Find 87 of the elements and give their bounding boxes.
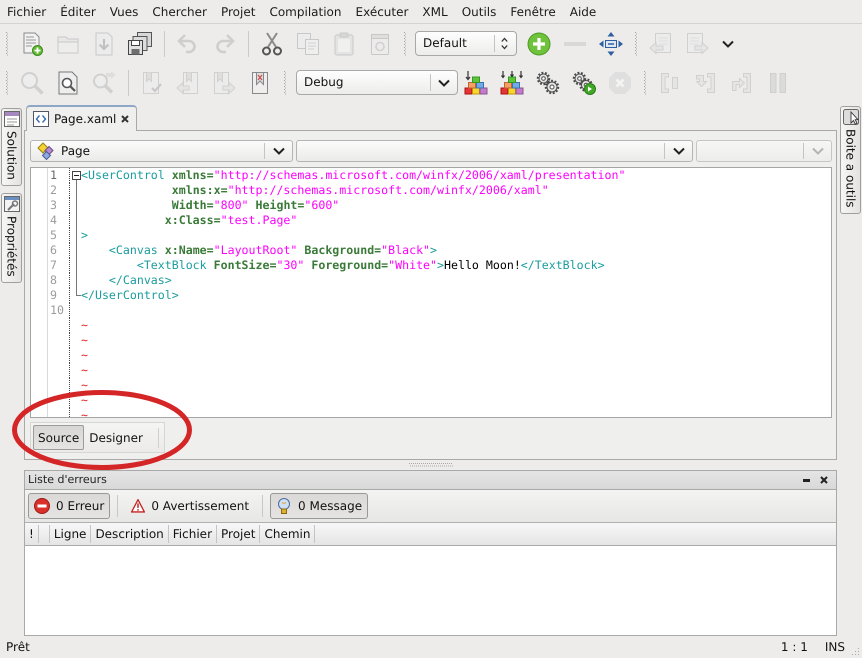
- code-page-icon: [33, 111, 49, 127]
- empty-line-marker: ~: [81, 333, 88, 348]
- up-down-arrows-icon: [501, 37, 508, 50]
- menu-item[interactable]: Projet: [214, 2, 262, 22]
- line-number: 5: [49, 228, 58, 243]
- empty-line-marker: ~: [81, 363, 88, 378]
- menu-item[interactable]: XML: [415, 2, 455, 22]
- view-tab[interactable]: Designer: [84, 425, 148, 450]
- warnings-filter-toggle[interactable]: 0 Avertissement: [125, 493, 256, 519]
- code-line: </Canvas>: [108, 273, 172, 288]
- close-icon[interactable]: [121, 115, 130, 123]
- document-tab[interactable]: Page.xaml: [26, 105, 138, 131]
- panel-title: Liste d'erreurs: [28, 473, 108, 487]
- cursor-position: 1 : 1: [780, 640, 808, 654]
- line-number: 4: [49, 213, 58, 228]
- column-header[interactable]: Ligne: [50, 525, 92, 543]
- chevron-down-icon: [438, 78, 450, 86]
- code-line: <TextBlock FontSize="30" Foreground="White">Hello Moon!</TextBlock>: [136, 258, 605, 273]
- toolbar-dropdown[interactable]: Default: [415, 31, 517, 56]
- side-panel-tab[interactable]: Boite a outils: [840, 106, 861, 214]
- line-number: 8: [49, 273, 58, 288]
- member-dropdown[interactable]: Page: [30, 140, 293, 162]
- bricks-arrows-icon[interactable]: [500, 70, 524, 94]
- status-message: Prêt: [6, 640, 30, 654]
- menu-item[interactable]: Compilation: [262, 2, 348, 22]
- empty-line-marker: ~: [81, 393, 88, 408]
- code-line: Width="800" Height="600": [172, 198, 340, 213]
- toolbar-dropdown[interactable]: Debug: [296, 70, 458, 95]
- wrench-sheet-icon: [4, 196, 20, 212]
- menu-item[interactable]: Éditer: [53, 2, 103, 22]
- code-line: <UserControl xmlns="http://schemas.microsoft.com/winfx/2006/xaml/presentation": [81, 168, 626, 183]
- line-number: 7: [49, 258, 58, 273]
- line-number: 10: [49, 303, 65, 318]
- line-number: 2: [49, 183, 58, 198]
- line-number: 1: [49, 168, 58, 183]
- code-line: </UserControl>: [81, 288, 179, 303]
- code-line: >: [81, 228, 88, 243]
- view-tab[interactable]: Source: [33, 425, 84, 450]
- menu-item[interactable]: Chercher: [145, 2, 214, 22]
- bricks-icon[interactable]: [464, 70, 488, 94]
- side-panel-tab[interactable]: Solution: [1, 108, 22, 186]
- column-header[interactable]: Fichier: [168, 525, 217, 543]
- empty-line-marker: ~: [81, 408, 88, 417]
- minimize-icon[interactable]: [803, 478, 810, 482]
- messages-filter-toggle[interactable]: 0 Message: [270, 493, 368, 519]
- column-header[interactable]: Projet: [217, 525, 260, 543]
- no-entry-icon: [34, 498, 50, 514]
- side-panel-tab[interactable]: Propriétés: [1, 192, 22, 283]
- gears-icon[interactable]: [536, 70, 560, 94]
- code-line: <Canvas x:Name="LayoutRoot" Background="Black">: [108, 243, 438, 258]
- member-dropdown[interactable]: [296, 140, 693, 162]
- plus-circle-icon[interactable]: [527, 32, 551, 56]
- insert-mode: INS: [824, 640, 845, 654]
- menu-item[interactable]: Aide: [562, 2, 604, 22]
- line-number: 3: [49, 198, 58, 213]
- menu-item[interactable]: Fenêtre: [503, 2, 563, 22]
- empty-line-marker: ~: [81, 348, 88, 363]
- column-header[interactable]: !: [25, 525, 39, 543]
- menu-item[interactable]: Outils: [454, 2, 504, 22]
- gears-play-icon[interactable]: [572, 70, 596, 94]
- column-header[interactable]: Chemin: [260, 525, 316, 543]
- menu-item[interactable]: Vues: [102, 2, 146, 22]
- chevron-down-icon: [812, 147, 824, 155]
- menu-item[interactable]: Exécuter: [348, 2, 416, 22]
- close-icon[interactable]: [820, 476, 828, 484]
- collapse-icon[interactable]: [72, 171, 81, 180]
- line-number: 9: [49, 288, 58, 303]
- cursor-icon: [842, 109, 858, 125]
- column-header[interactable]: Description: [91, 525, 169, 543]
- floppy-stack-icon[interactable]: [128, 32, 152, 56]
- window-list-icon: [4, 111, 20, 127]
- warning-icon: [131, 499, 146, 513]
- menu-item[interactable]: Fichier: [0, 2, 54, 22]
- errors-filter-toggle[interactable]: 0 Erreur: [28, 493, 110, 519]
- move-arrows-icon[interactable]: [599, 32, 623, 56]
- lightbulb-icon: [276, 498, 292, 514]
- chevron-down-icon: [673, 147, 685, 155]
- code-line: xmlns:x="http://schemas.microsoft.com/winfx/2006/xaml": [172, 183, 549, 198]
- chevron-down-icon[interactable]: [722, 40, 734, 48]
- chevron-down-icon: [273, 147, 285, 155]
- empty-line-marker: ~: [81, 378, 88, 393]
- line-number: 6: [49, 243, 58, 258]
- page-magnifier-icon[interactable]: [56, 70, 80, 94]
- diamonds-icon: [37, 142, 55, 160]
- scissors-icon[interactable]: [260, 32, 284, 56]
- code-line: x:Class="test.Page": [164, 213, 298, 228]
- empty-line-marker: ~: [81, 318, 88, 333]
